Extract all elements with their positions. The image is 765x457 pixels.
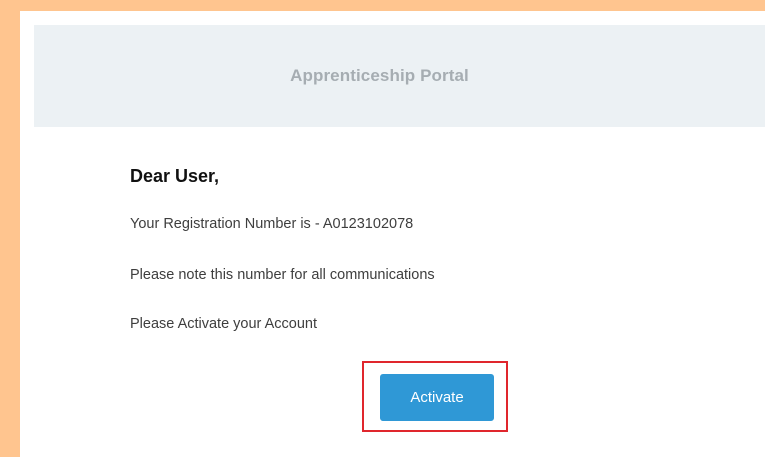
registration-number-text: Your Registration Number is - A012310207… bbox=[130, 216, 414, 232]
portal-title: Apprenticeship Portal bbox=[290, 66, 469, 85]
email-container: Apprenticeship Portal Dear User, Your Re… bbox=[20, 11, 765, 457]
email-header: Apprenticeship Portal bbox=[34, 25, 765, 127]
greeting-heading: Dear User, bbox=[130, 166, 220, 186]
activate-instruction-text: Please Activate your Account bbox=[130, 316, 317, 332]
activate-button[interactable]: Activate bbox=[380, 374, 494, 421]
note-text: Please note this number for all communic… bbox=[130, 267, 435, 283]
